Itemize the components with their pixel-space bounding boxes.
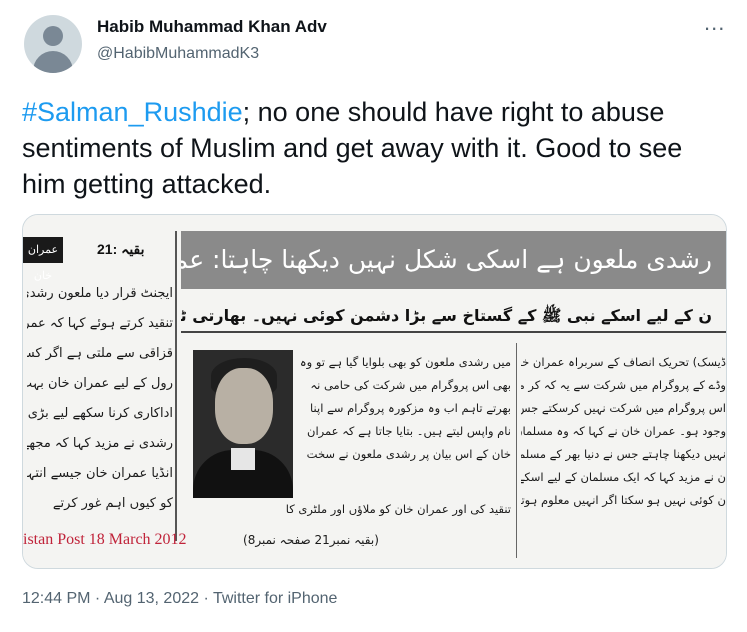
text-line: قزاقی سے ملتی ہے اگر کسی کو قزاقی	[27, 346, 173, 361]
author-name[interactable]: Habib Muhammad Khan Adv	[97, 17, 327, 37]
text-line: خان کے اس بیان پر رشدی ملعون نے سخت	[306, 447, 511, 461]
text-line: وجود ہو۔ عمران خان نے کہا کہ وہ مسلمان ہ…	[521, 424, 726, 438]
avatar-head-shape	[43, 26, 63, 46]
avatar-body-shape	[33, 51, 73, 73]
newspaper-clipping: عمران خان بقیہ :21 ایجنٹ قرار دیا ملعون …	[23, 215, 726, 568]
tweet-text: #Salman_Rushdie; no one should have righ…	[22, 94, 712, 202]
text-line: اس پروگرام میں شرکت نہیں کرسکتے جس میں م…	[521, 401, 726, 415]
hashtag-link[interactable]: #Salman_Rushdie	[22, 97, 243, 127]
text-line: نہیں دیکھنا چاہتے جس نے دنیا بھر کے مسلم…	[521, 447, 726, 461]
portrait-photo	[193, 350, 293, 498]
text-line: ن کوئی نہیں ہو سکتا اگر انہیں معلوم ہوتا…	[521, 493, 726, 507]
text-line: رول کے لیے عمران خان بہت موز	[27, 376, 173, 391]
photo-face-shape	[215, 368, 273, 444]
left-column-text: ایجنٹ قرار دیا ملعون رشدی نے تنقید کرتے …	[27, 279, 173, 519]
newspaper-source: istan Post 18 March 2012	[23, 531, 187, 548]
text-line: کو کیوں اہم غور کرتے	[52, 496, 173, 511]
text-line: اداکاری کرنا سکھے لیے بڑی پریشانی	[27, 406, 173, 421]
text-line: رشدی نے مزید کہا کہ مجھے یہ بات	[27, 436, 173, 451]
column-divider	[516, 343, 517, 558]
text-line: نام واپس لیتے ہیں۔ بتایا جاتا ہے کہ عمرا…	[307, 424, 511, 438]
newspaper-headline: رشدی ملعون ہے اسکی شکل نہیں دیکھنا چاہتا…	[181, 231, 726, 289]
text-line: بھرتے تاہم اب وہ مزکورہ پروگرام سے اپنا	[310, 401, 511, 415]
imran-khan-tag: عمران خان	[23, 237, 63, 282]
right-column-text: ڈیسک) تحریک انصاف کے سربراہ عمران خان وڈ…	[521, 351, 726, 512]
continued-note: (بقیہ نمبر21 صفحہ نمبر8)	[243, 533, 379, 547]
tweet-timestamp[interactable]: 12:44 PM · Aug 13, 2022 · Twitter for iP…	[22, 590, 337, 608]
tweet-media-image[interactable]: عمران خان بقیہ :21 ایجنٹ قرار دیا ملعون …	[22, 214, 727, 569]
bottom-middle-text: تنقید کی اور عمران خان کو ملاؤں اور ملٹر…	[191, 499, 511, 520]
middle-column-text: میں رشدی ملعون کو بھی بلوایا گیا ہے تو و…	[301, 351, 511, 466]
photo-collar-shape	[231, 448, 255, 470]
text-line: تنقید کرتے ہوئے کہا کہ عمران خان	[27, 316, 173, 331]
text-line: ایجنٹ قرار دیا ملعون رشدی نے	[27, 286, 173, 301]
avatar[interactable]	[24, 15, 82, 73]
text-line: وڈے کے پروگرام میں شرکت سے یہ کہ کر معذر…	[521, 378, 726, 392]
author-handle[interactable]: @HabibMuhammadK3	[97, 45, 259, 63]
continued-label: بقیہ :21	[97, 241, 145, 257]
newspaper-left-column: عمران خان بقیہ :21 ایجنٹ قرار دیا ملعون …	[23, 227, 175, 557]
newspaper-subheadline: ن کے لیے اسکے نبی ﷺ کے گستاخ سے بڑا دشمن…	[181, 299, 726, 333]
text-line: ڈیسک) تحریک انصاف کے سربراہ عمران خان	[521, 355, 726, 369]
column-divider	[175, 231, 177, 541]
more-options-icon[interactable]: ...	[704, 12, 725, 34]
text-line: بھی اس پروگرام میں شرکت کی حامی نہ	[310, 378, 511, 392]
text-line: میں رشدی ملعون کو بھی بلوایا گیا ہے تو و…	[301, 355, 511, 369]
text-line: تنقید کی اور عمران خان کو ملاؤں اور ملٹر…	[285, 502, 511, 516]
text-line: انڈیا عمران خان جیسے انتہا پسند او	[27, 466, 173, 481]
text-line: ن نے مزید کہا کہ ایک مسلمان کے لیے اسکے …	[521, 470, 726, 484]
